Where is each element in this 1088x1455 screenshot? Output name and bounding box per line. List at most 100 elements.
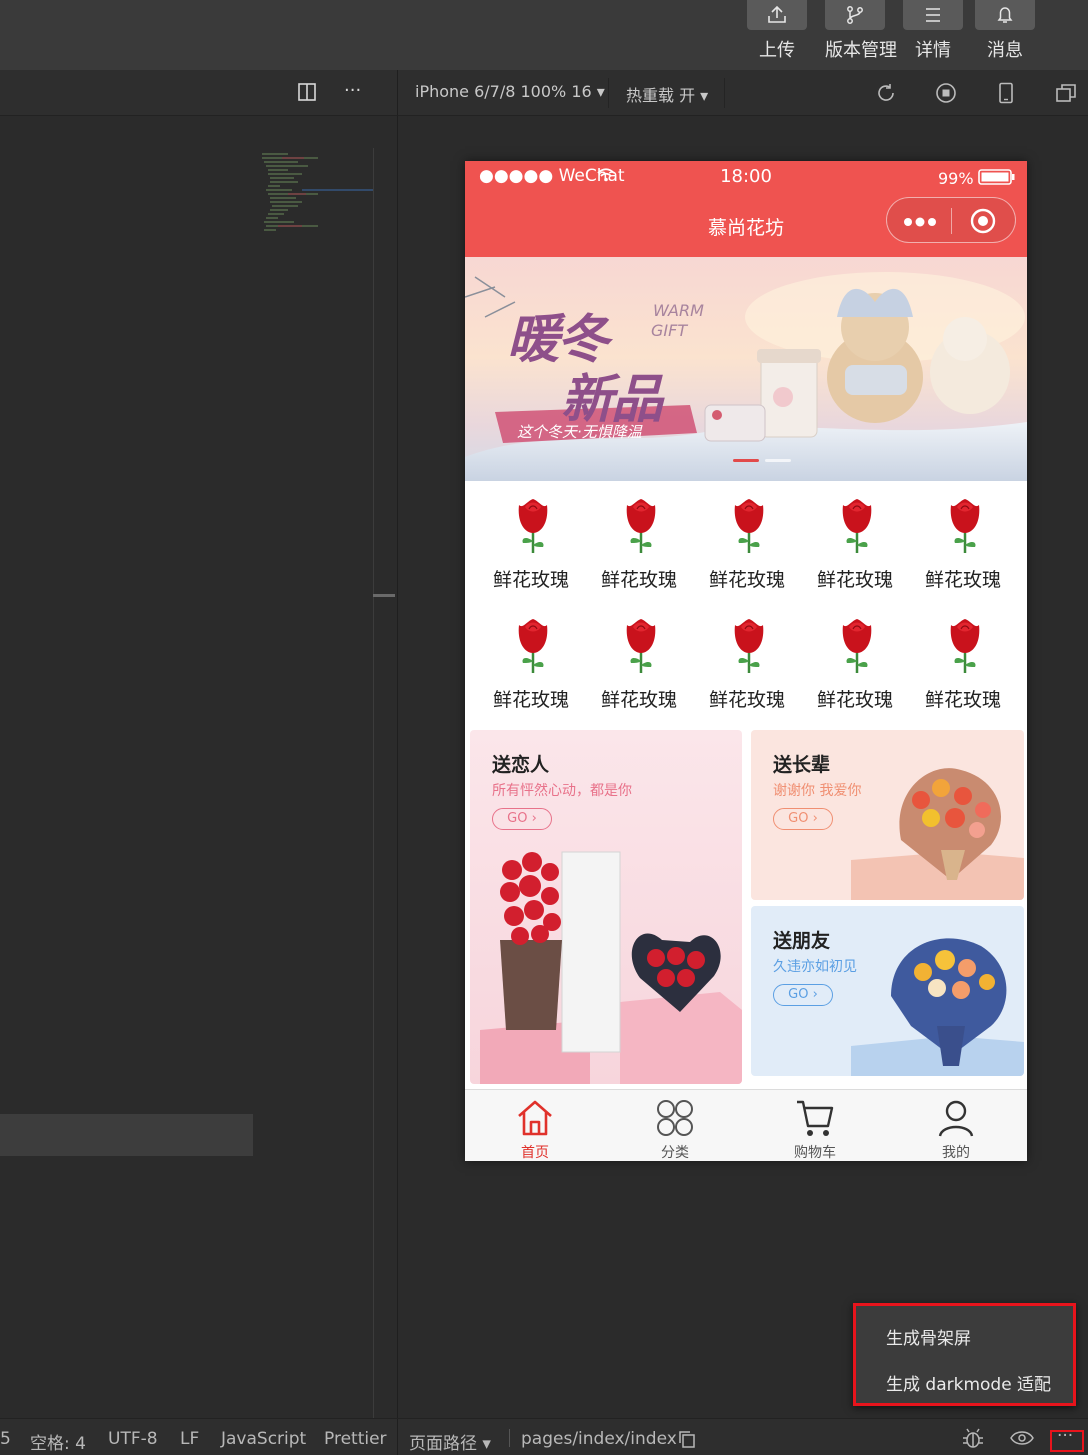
home-icon <box>518 1100 552 1136</box>
version-control-button[interactable]: 版本管理 <box>825 0 897 62</box>
phone-icon[interactable] <box>995 82 1017 104</box>
tab-mine[interactable]: 我的 <box>886 1090 1026 1161</box>
category-item[interactable]: 鲜花玫瑰 <box>585 481 693 601</box>
simulator-header: iPhone 6/7/8 100% 16 ▾ 热重载 开 ▾ <box>397 70 1088 116</box>
battery-percent: 99% <box>938 169 974 188</box>
device-selector[interactable]: iPhone 6/7/8 100% 16 ▾ <box>415 82 605 101</box>
bell-icon <box>975 0 1035 30</box>
tab-cart[interactable]: 购物车 <box>745 1090 885 1161</box>
detach-window-icon[interactable] <box>1055 82 1077 104</box>
menu-item-darkmode[interactable]: 生成 darkmode 适配 <box>886 1370 1051 1395</box>
hot-reload-toggle[interactable]: 热重载 开 ▾ <box>626 82 708 106</box>
capsule-close-icon[interactable] <box>970 208 996 238</box>
debug-icon[interactable] <box>961 1427 985 1454</box>
category-item[interactable]: 鲜花玫瑰 <box>693 601 801 721</box>
tab-label: 我的 <box>942 1145 970 1161</box>
encoding-setting[interactable]: UTF-8 <box>108 1429 158 1449</box>
tab-home[interactable]: 首页 <box>465 1090 605 1161</box>
divider <box>724 78 725 108</box>
menu-lines-icon <box>903 0 963 30</box>
top-toolbar: 上传 版本管理 详情 消息 <box>0 0 1088 70</box>
card-title: 送恋人 <box>492 754 550 776</box>
split-editor-icon[interactable] <box>297 82 317 106</box>
divider <box>509 1429 510 1447</box>
category-item[interactable]: 鲜花玫瑰 <box>693 481 801 601</box>
category-label: 鲜花玫瑰 <box>708 689 785 711</box>
card-title: 送朋友 <box>773 930 831 952</box>
card-subtitle: 所有怦然心动，都是你 <box>492 783 632 799</box>
card-title: 送长辈 <box>773 754 831 776</box>
copy-icon[interactable] <box>678 1430 696 1453</box>
details-label: 详情 <box>915 40 951 61</box>
card-lover[interactable]: 送恋人 所有怦然心动，都是你 GO › <box>470 730 742 1084</box>
card-subtitle: 久违亦如初见 <box>773 959 857 975</box>
messages-button[interactable]: 消息 <box>975 0 1035 62</box>
eol-setting[interactable]: LF <box>180 1429 199 1449</box>
card-go-button[interactable]: GO › <box>773 984 833 1006</box>
capsule-more-icon[interactable] <box>903 214 939 233</box>
category-item[interactable]: 鲜花玫瑰 <box>477 601 585 721</box>
category-icon <box>657 1100 693 1136</box>
category-label: 鲜花玫瑰 <box>600 689 677 711</box>
editor-scrollbar[interactable] <box>373 148 374 1418</box>
upload-label: 上传 <box>759 40 795 61</box>
banner-en-2: GIFT <box>651 321 688 340</box>
gift-cards: 送恋人 所有怦然心动，都是你 GO › 送长辈 谢谢你 我爱你 GO › 送朋友 <box>465 726 1027 1086</box>
upload-icon <box>747 0 807 30</box>
category-item[interactable]: 鲜花玫瑰 <box>477 481 585 601</box>
banner-tagline: 这个冬天·无惧降温 <box>517 423 642 441</box>
page-path-selector[interactable]: 页面路径 ▾ <box>409 1429 491 1454</box>
user-icon <box>938 1100 974 1137</box>
minimap[interactable] <box>258 150 376 240</box>
category-item[interactable]: 鲜花玫瑰 <box>801 481 909 601</box>
card-go-button[interactable]: GO › <box>492 808 552 830</box>
banner-en-1: WARM <box>653 301 704 320</box>
rose-icon <box>518 619 548 673</box>
formatter[interactable]: Prettier <box>324 1429 387 1449</box>
indent-setting[interactable]: 空格: 4 <box>30 1429 86 1454</box>
card-elder[interactable]: 送长辈 谢谢你 我爱你 GO › <box>751 730 1024 900</box>
category-item[interactable]: 鲜花玫瑰 <box>909 601 1017 721</box>
phone-status-bar: ●●●●● WeChat 18:00 99% <box>465 161 1027 193</box>
rose-icon <box>626 619 656 673</box>
highlighted-line <box>0 1114 253 1156</box>
stop-icon[interactable] <box>935 82 957 104</box>
eye-icon[interactable] <box>1010 1430 1034 1451</box>
phone-nav-bar: 慕尚花坊 <box>465 193 1027 257</box>
details-button[interactable]: 详情 <box>903 0 963 62</box>
card-subtitle: 谢谢你 我爱你 <box>773 783 862 799</box>
category-label: 鲜花玫瑰 <box>708 569 785 591</box>
branch-icon <box>825 0 885 30</box>
code-editor[interactable] <box>0 116 397 1418</box>
cursor-position[interactable]: 5 <box>0 1429 11 1449</box>
messages-label: 消息 <box>987 40 1023 61</box>
upload-button[interactable]: 上传 <box>747 0 807 62</box>
editor-header: ··· <box>0 70 397 116</box>
card-go-button[interactable]: GO › <box>773 808 833 830</box>
category-item[interactable]: 鲜花玫瑰 <box>909 481 1017 601</box>
phone-simulator[interactable]: ●●●●● WeChat 18:00 99% 慕尚花坊 暖冬 新品 WARM G… <box>465 161 1027 1161</box>
category-item[interactable]: 鲜花玫瑰 <box>585 601 693 721</box>
card-friend[interactable]: 送朋友 久违亦如初见 GO › <box>751 906 1024 1076</box>
battery-icon <box>978 169 1016 190</box>
editor-more-button[interactable]: ··· <box>344 80 361 101</box>
promo-banner[interactable]: 暖冬 新品 WARM GIFT 这个冬天·无惧降温 <box>465 257 1027 481</box>
category-label: 鲜花玫瑰 <box>924 569 1001 591</box>
menu-item-skeleton[interactable]: 生成骨架屏 <box>886 1324 971 1349</box>
divider <box>608 78 609 108</box>
rose-icon <box>626 499 656 553</box>
rose-icon <box>734 619 764 673</box>
language-mode[interactable]: JavaScript <box>221 1429 306 1449</box>
category-item[interactable]: 鲜花玫瑰 <box>801 601 909 721</box>
tab-category[interactable]: 分类 <box>605 1090 745 1161</box>
rose-icon <box>518 499 548 553</box>
rose-icon <box>842 499 872 553</box>
rose-icon <box>734 499 764 553</box>
refresh-icon[interactable] <box>875 82 897 104</box>
tab-label: 分类 <box>661 1145 689 1161</box>
scroll-thumb[interactable] <box>373 594 395 597</box>
tab-label: 首页 <box>521 1145 549 1161</box>
cart-icon <box>797 1100 834 1136</box>
more-button-highlight <box>1050 1430 1084 1452</box>
capsule-divider <box>951 208 952 234</box>
